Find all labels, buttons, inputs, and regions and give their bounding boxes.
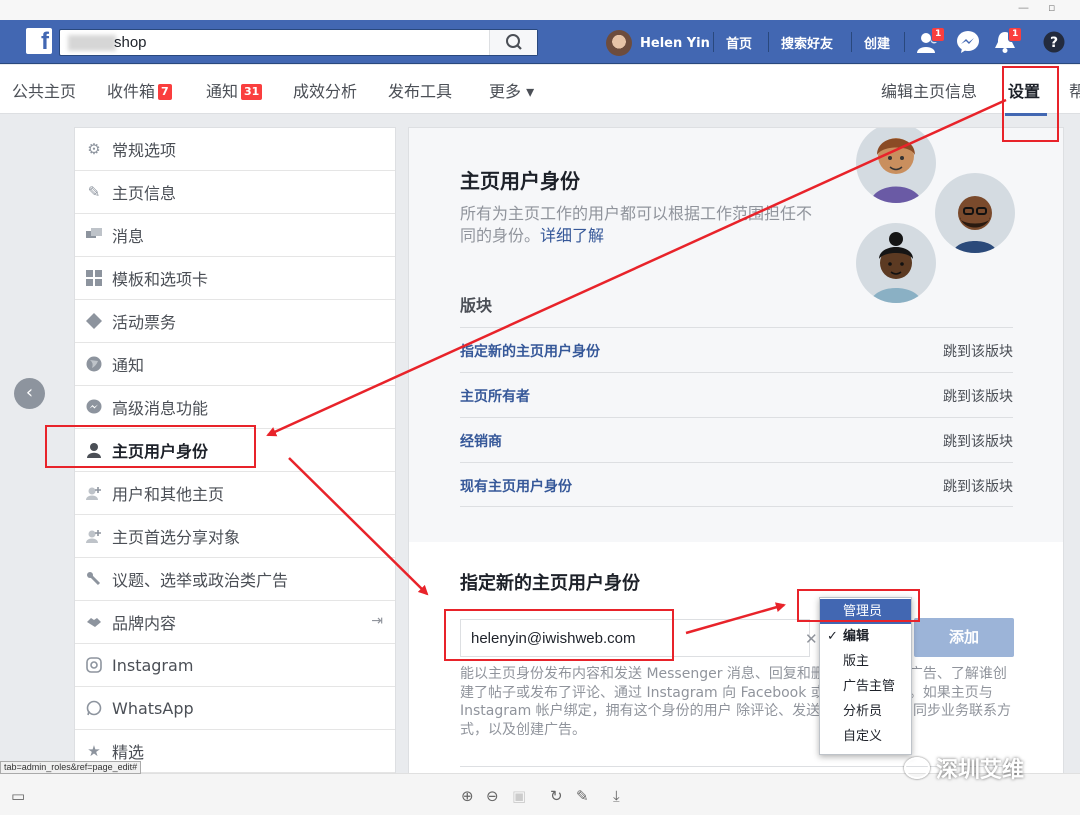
watermark: 深圳艾维 <box>904 752 1024 784</box>
status-url: tab=admin_roles&ref=page_edit# <box>0 761 142 774</box>
arrow-settings-to-roles <box>266 98 1007 437</box>
watermark-text: 深圳艾维 <box>936 758 1025 783</box>
annotation-arrows <box>266 98 1007 635</box>
arrow-email-to-admin <box>685 602 786 635</box>
arrow-roles-to-email <box>288 457 429 596</box>
wechat-icon <box>904 757 930 779</box>
